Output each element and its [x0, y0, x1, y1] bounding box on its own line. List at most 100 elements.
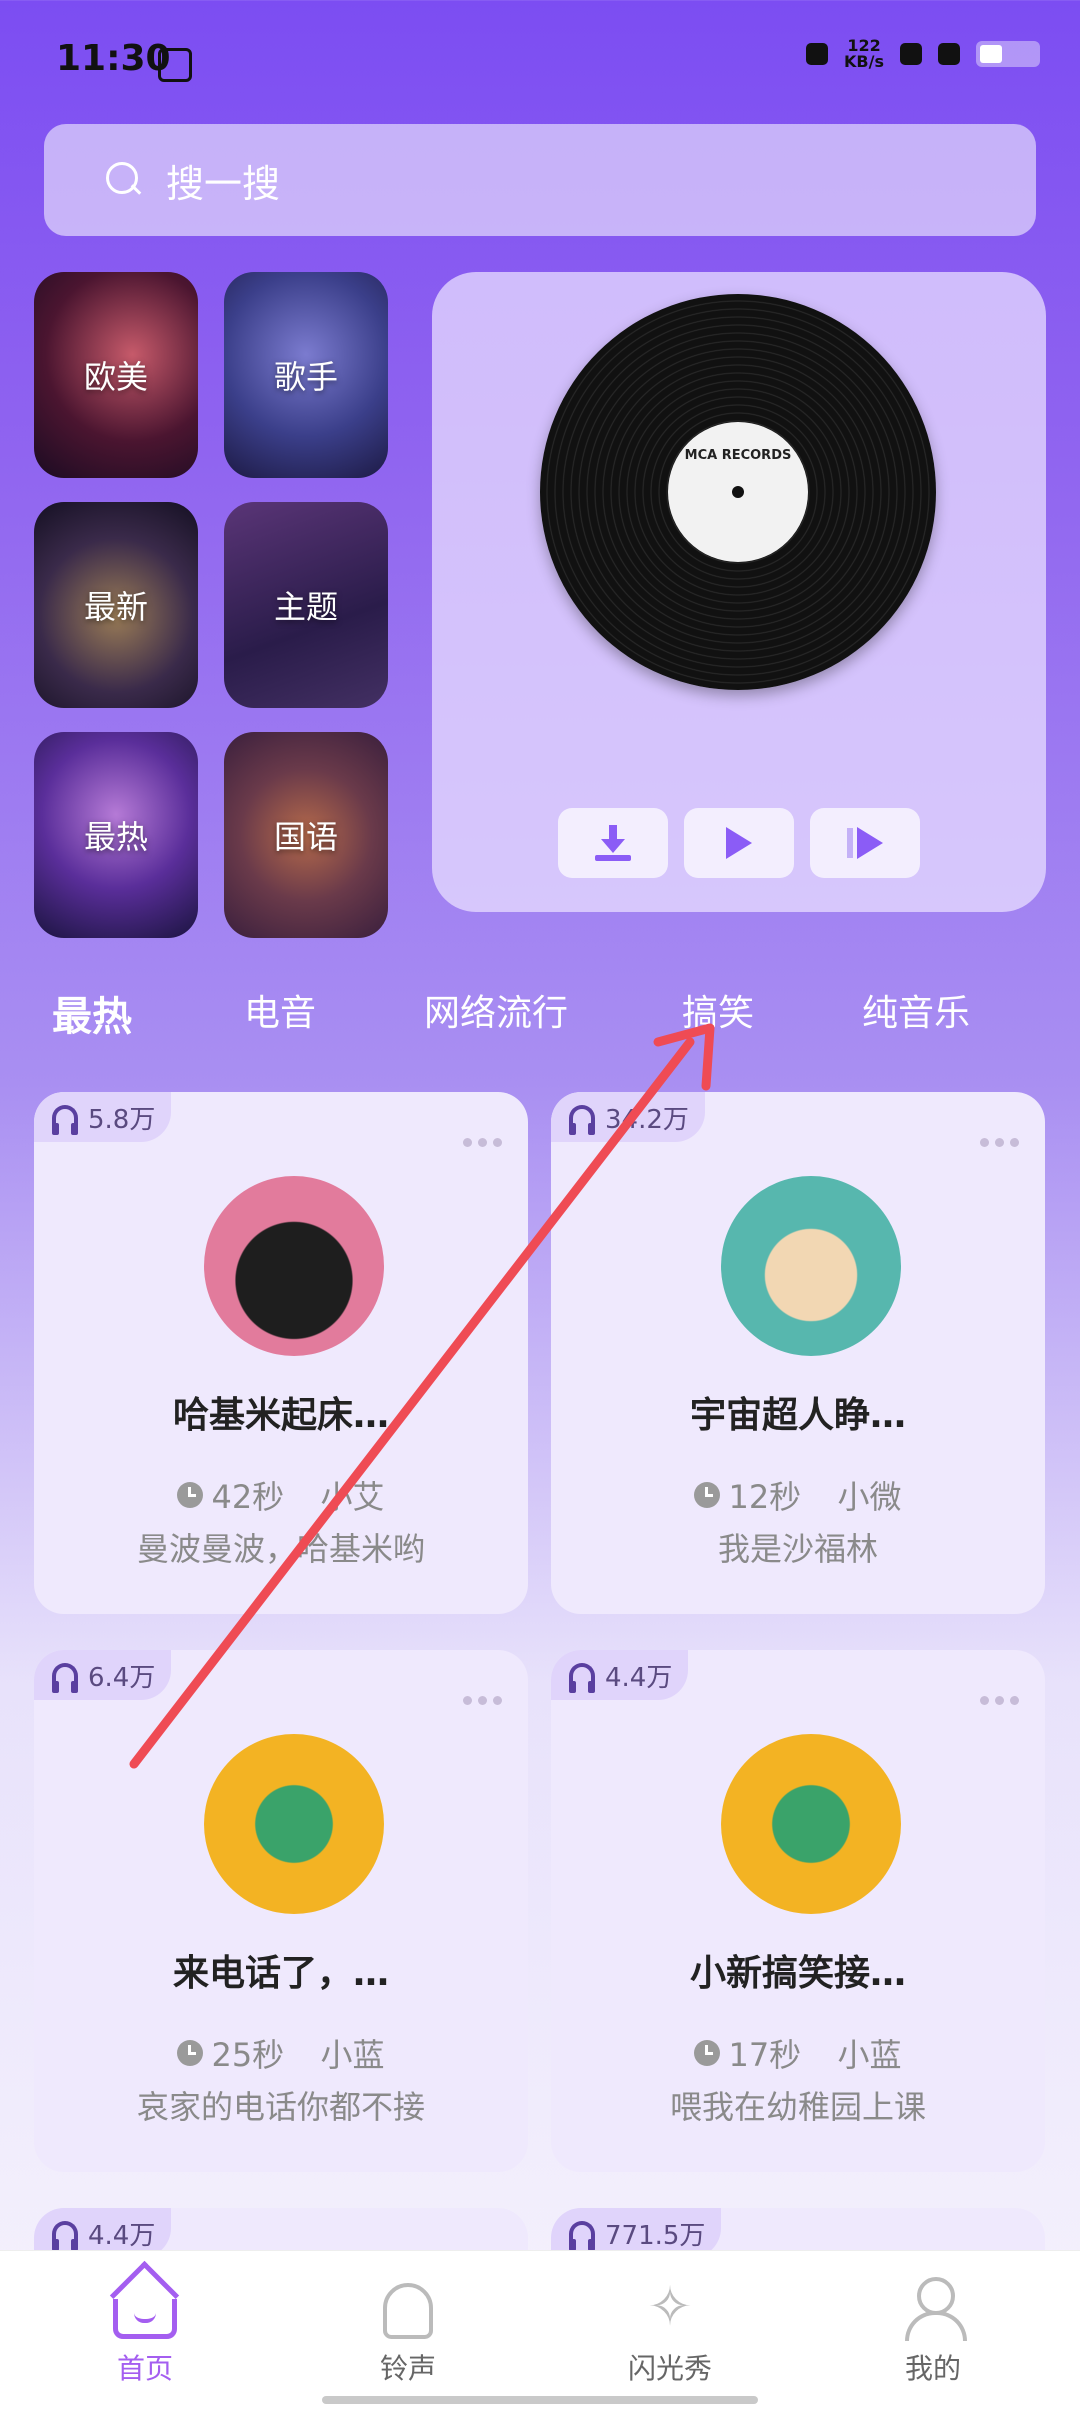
- headphone-icon: [52, 1663, 78, 1693]
- category-label: 国语: [273, 818, 338, 856]
- more-icon[interactable]: [463, 1696, 502, 1705]
- tab-hottest[interactable]: 最热: [52, 984, 132, 1042]
- bottom-nav: 首页 铃声 ✧ 闪光秀 我的: [0, 2250, 1080, 2409]
- speed-unit: KB/s: [844, 52, 884, 71]
- mute-icon: [806, 43, 829, 65]
- play-count: 5.8万: [88, 1104, 156, 1135]
- card-description: 我是沙福林: [717, 1530, 878, 1568]
- author: 小蓝: [837, 2036, 902, 2074]
- play-button[interactable]: [684, 808, 794, 878]
- clock-icon: [694, 1482, 721, 1508]
- nav-label: 闪光秀: [627, 2352, 712, 2385]
- vinyl-record-image[interactable]: MCA RECORDS: [540, 294, 936, 690]
- nav-home[interactable]: 首页: [45, 2275, 245, 2387]
- home-icon: [113, 2299, 177, 2339]
- tab-funny[interactable]: 搞笑: [682, 984, 754, 1036]
- nav-label: 铃声: [379, 2352, 436, 2385]
- card-title: 哈基米起床…: [172, 1395, 389, 1436]
- tab-electronic[interactable]: 电音: [244, 984, 316, 1036]
- play-count: 34.2万: [605, 1104, 689, 1135]
- card-description: 哀家的电话你都不接: [136, 2088, 425, 2126]
- download-icon: [595, 825, 631, 861]
- more-icon[interactable]: [980, 1138, 1019, 1147]
- play-count: 6.4万: [88, 1662, 156, 1693]
- headphone-icon: [569, 1663, 595, 1693]
- card-meta: 12秒 小微: [551, 1472, 1045, 1518]
- cover-image: [204, 1734, 384, 1914]
- nav-label: 首页: [116, 2352, 173, 2385]
- card-meta: 42秒 小艾: [34, 1472, 528, 1518]
- play-next-icon: [847, 827, 883, 859]
- card-meta: 17秒 小蓝: [551, 2030, 1045, 2076]
- category-tile-mandarin[interactable]: 国语: [224, 732, 388, 938]
- cover-image: [721, 1734, 901, 1914]
- category-tile-singer[interactable]: 歌手: [224, 272, 388, 478]
- headphone-icon: [52, 2221, 78, 2251]
- card-title: 小新搞笑接…: [689, 1953, 906, 1994]
- ringtone-card[interactable]: 34.2万 宇宙超人睁… 12秒 小微 我是沙福林: [551, 1092, 1045, 1614]
- card-title: 宇宙超人睁…: [689, 1395, 906, 1436]
- headphone-icon: [52, 1105, 78, 1135]
- play-count-badge: 4.4万: [551, 1650, 689, 1700]
- card-description: 喂我在幼稚园上课: [669, 2088, 926, 2126]
- play-count-badge: 6.4万: [34, 1650, 172, 1700]
- category-label: 最热: [83, 818, 148, 856]
- clock-icon: [177, 1482, 204, 1508]
- player-card: MCA RECORDS: [432, 272, 1046, 912]
- cover-image: [721, 1176, 901, 1356]
- card-title: 来电话了，…: [172, 1953, 389, 1994]
- author: 小蓝: [320, 2036, 385, 2074]
- nav-mine[interactable]: 我的: [833, 2275, 1033, 2387]
- nav-ringtone[interactable]: 铃声: [308, 2275, 508, 2387]
- status-time: 11:30: [56, 38, 171, 79]
- category-label: 最新: [83, 588, 148, 626]
- notification-icon: [158, 48, 192, 82]
- category-label: 主题: [273, 588, 338, 626]
- category-tile-hottest[interactable]: 最热: [34, 732, 198, 938]
- category-label: 欧美: [83, 358, 148, 396]
- author: 小微: [837, 1478, 902, 1516]
- cover-image: [204, 1176, 384, 1356]
- ringtone-card[interactable]: 4.4万 小新搞笑接… 17秒 小蓝 喂我在幼稚园上课: [551, 1650, 1045, 2172]
- record-label: MCA RECORDS: [668, 422, 808, 562]
- user-icon: [901, 2275, 967, 2341]
- play-count-badge: 5.8万: [34, 1092, 172, 1142]
- battery-icon: [976, 41, 1040, 67]
- nav-flash-show[interactable]: ✧ 闪光秀: [570, 2275, 770, 2387]
- clock-icon: [694, 2040, 721, 2066]
- category-tile-newest[interactable]: 最新: [34, 502, 198, 708]
- play-count: 4.4万: [88, 2220, 156, 2251]
- download-button[interactable]: [558, 808, 668, 878]
- tab-pure-music[interactable]: 纯音乐: [862, 984, 970, 1036]
- card-meta: 25秒 小蓝: [34, 2030, 528, 2076]
- nav-label: 我的: [904, 2352, 961, 2385]
- category-tile-theme[interactable]: 主题: [224, 502, 388, 708]
- headphone-icon: [569, 1105, 595, 1135]
- bell-icon: [383, 2283, 433, 2339]
- card-description: 曼波曼波，哈基米哟: [136, 1530, 425, 1568]
- play-count: 771.5万: [605, 2220, 706, 2251]
- author: 小艾: [320, 1478, 385, 1516]
- home-indicator: [322, 2396, 758, 2404]
- category-tabs: 最热 电音 网络流行 搞笑 纯音乐: [0, 984, 1080, 1044]
- category-tile-western[interactable]: 欧美: [34, 272, 198, 478]
- ringtone-card[interactable]: 6.4万 来电话了，… 25秒 小蓝 哀家的电话你都不接: [34, 1650, 528, 2172]
- ringtone-card[interactable]: 5.8万 哈基米起床… 42秒 小艾 曼波曼波，哈基米哟: [34, 1092, 528, 1614]
- next-button[interactable]: [810, 808, 920, 878]
- search-icon: [104, 160, 144, 200]
- wifi-icon: [938, 43, 960, 65]
- category-label: 歌手: [273, 358, 338, 396]
- more-icon[interactable]: [980, 1696, 1019, 1705]
- status-icons: 122 KB/s: [806, 38, 1040, 70]
- sparkle-icon: ✧: [647, 2275, 693, 2338]
- tab-internet-pop[interactable]: 网络流行: [424, 984, 568, 1036]
- search-placeholder: 搜一搜: [166, 161, 281, 206]
- duration: 42秒: [211, 1478, 285, 1516]
- headphone-icon: [569, 2221, 595, 2251]
- status-bar: 11:30 122 KB/s: [0, 0, 1080, 120]
- more-icon[interactable]: [463, 1138, 502, 1147]
- search-bar[interactable]: 搜一搜: [44, 124, 1036, 236]
- play-count: 4.4万: [605, 1662, 673, 1693]
- duration: 12秒: [728, 1478, 802, 1516]
- sim-icon: [900, 43, 922, 65]
